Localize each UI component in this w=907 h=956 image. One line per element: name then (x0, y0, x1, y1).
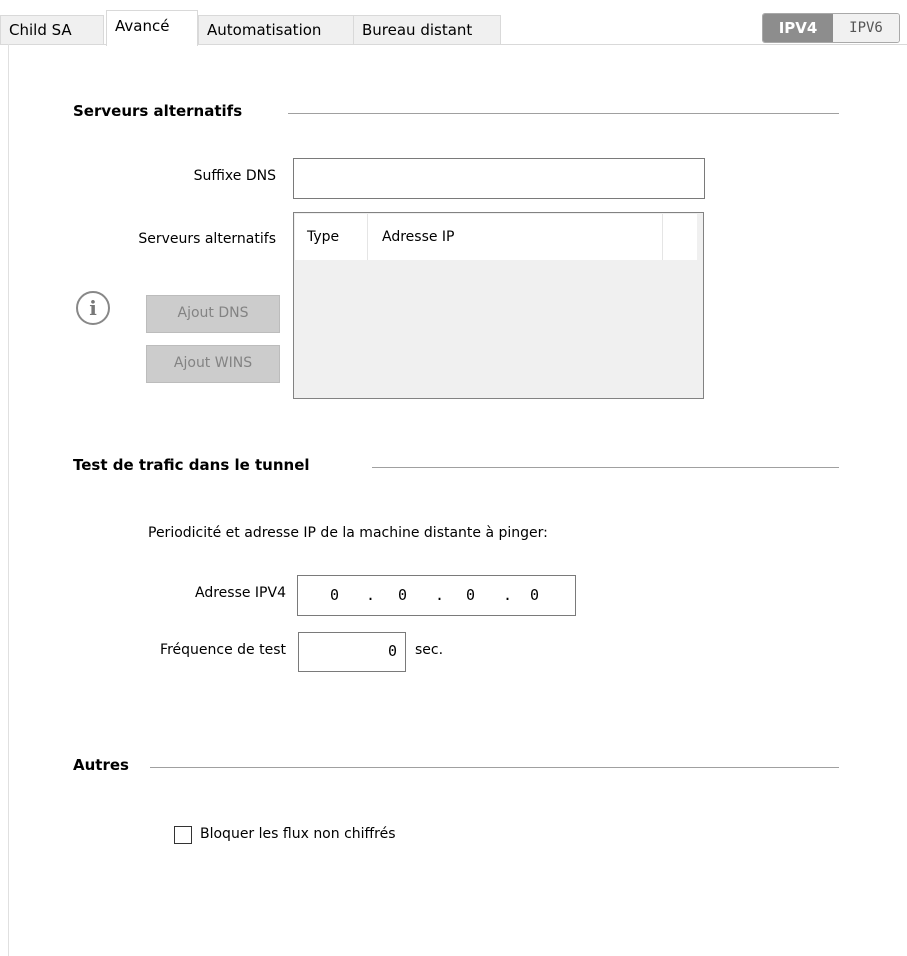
column-header-filler (663, 214, 697, 260)
test-frequency-input[interactable]: 0 (298, 632, 406, 672)
ipv4-address-label: Adresse IPV4 (195, 585, 286, 601)
test-frequency-label: Fréquence de test (160, 642, 286, 658)
tab-child-sa[interactable]: Child SA (0, 15, 104, 45)
dns-suffix-label: Suffixe DNS (193, 168, 276, 184)
block-unencrypted-label[interactable]: Bloquer les flux non chiffrés (200, 826, 396, 842)
traffic-test-description: Periodicité et adresse IP de la machine … (148, 525, 548, 541)
alt-servers-list[interactable]: Type Adresse IP (293, 212, 704, 399)
tab-avance[interactable]: Avancé (106, 10, 198, 46)
tab-bureau-distant[interactable]: Bureau distant (353, 15, 501, 45)
tab-strip: Child SA Avancé Automatisation Bureau di… (0, 0, 907, 46)
ip-version-toggle: IPV4 IPV6 (762, 13, 900, 43)
ipv6-toggle-button[interactable]: IPV6 (833, 14, 899, 42)
section-title-alt-servers: Serveurs alternatifs (73, 102, 251, 120)
ip-octet-2[interactable]: 0 (398, 586, 407, 604)
panel-left-border (8, 44, 9, 956)
dns-suffix-input[interactable] (293, 158, 705, 199)
section-title-others: Autres (73, 756, 137, 774)
ip-dot: . (366, 586, 376, 604)
ip-dot: . (503, 586, 513, 604)
section-divider (372, 467, 839, 468)
column-header-ip-address[interactable]: Adresse IP (368, 214, 662, 260)
add-wins-button[interactable]: Ajout WINS (146, 345, 280, 383)
ip-octet-3[interactable]: 0 (466, 586, 475, 604)
info-icon: i (76, 291, 110, 325)
tab-automatisation[interactable]: Automatisation (198, 15, 354, 45)
block-unencrypted-checkbox[interactable] (174, 826, 192, 844)
column-header-type[interactable]: Type (295, 214, 367, 260)
section-divider (150, 767, 839, 768)
ip-dot: . (435, 586, 445, 604)
section-title-traffic-test: Test de trafic dans le tunnel (73, 456, 318, 474)
ipv4-address-input[interactable]: 0 . 0 . 0 . 0 (297, 575, 576, 616)
ip-octet-1[interactable]: 0 (330, 586, 339, 604)
ipv4-toggle-button[interactable]: IPV4 (763, 14, 833, 42)
ip-octet-4[interactable]: 0 (530, 586, 539, 604)
alt-servers-label: Serveurs alternatifs (138, 231, 276, 247)
add-dns-button[interactable]: Ajout DNS (146, 295, 280, 333)
section-divider (288, 113, 839, 114)
frequency-unit-label: sec. (415, 642, 444, 658)
